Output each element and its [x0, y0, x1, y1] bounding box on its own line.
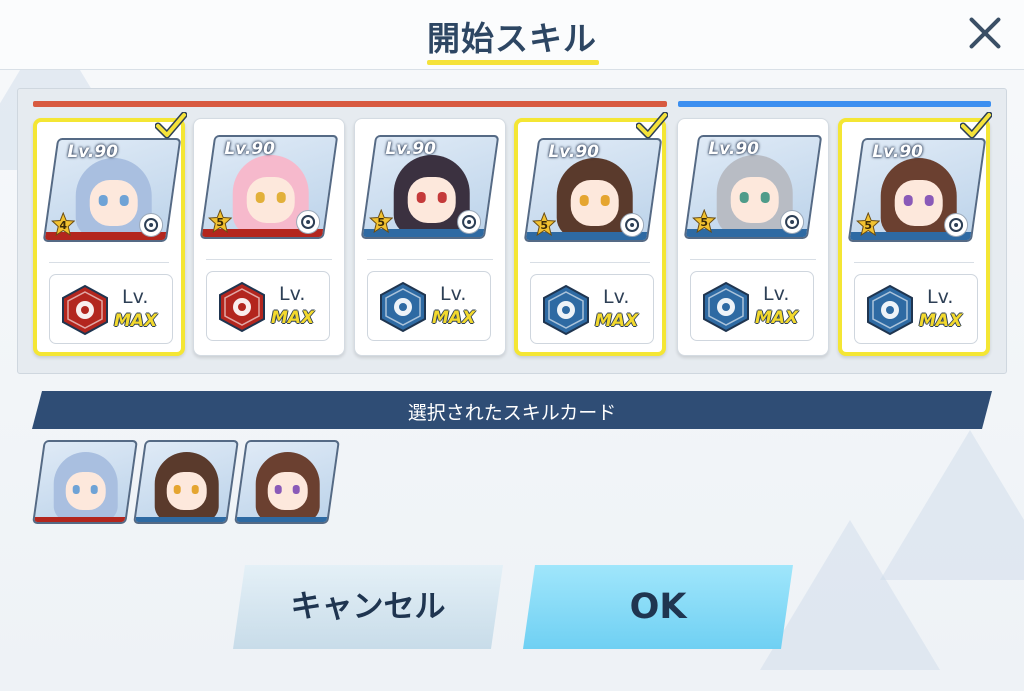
selected-cards-label: 選択されたスキルカード: [407, 402, 617, 424]
star-rank-icon: 5: [208, 208, 233, 234]
skill-card[interactable]: Lv.90 5 Lv. MAX: [354, 118, 506, 356]
level-badge: Lv.90: [708, 139, 759, 159]
skill-info: Lv. MAX: [690, 271, 814, 341]
support-icon: [296, 210, 321, 234]
level-badge: Lv.90: [224, 139, 275, 159]
flower-icon: [378, 281, 428, 333]
svg-text:5: 5: [216, 216, 224, 229]
checkmark-icon: [635, 111, 669, 140]
level-badge: Lv.90: [872, 142, 923, 162]
character-portrait: Lv.90 5: [199, 135, 339, 239]
card-divider: [49, 262, 169, 263]
skill-max-label: MAX: [595, 311, 639, 331]
star-rank-icon: 5: [532, 211, 557, 237]
skill-max-label: MAX: [755, 308, 799, 328]
dialog-title: 開始スキル: [427, 19, 597, 58]
skill-max-label: MAX: [271, 308, 315, 328]
skill-card[interactable]: Lv.90 5 Lv. MAX: [514, 118, 666, 356]
level-badge: Lv.90: [67, 142, 118, 162]
skill-level-label: Lv.: [763, 283, 790, 305]
star-rank-icon: 5: [856, 211, 881, 237]
card-divider: [530, 262, 650, 263]
skill-card[interactable]: Lv.90 5 Lv. MAX: [838, 118, 990, 356]
selected-skill-card[interactable]: [32, 440, 138, 524]
skill-max-label: MAX: [432, 308, 476, 328]
checkmark-icon: [154, 111, 188, 140]
card-divider: [690, 259, 816, 260]
svg-text:5: 5: [377, 216, 385, 229]
skill-info: Lv. MAX: [49, 274, 173, 344]
target-icon: [780, 210, 805, 234]
card-divider: [854, 262, 974, 263]
star-rank-icon: 5: [369, 208, 394, 234]
character-portrait: Lv.90 4: [42, 138, 182, 242]
character-portrait: Lv.90 5: [847, 138, 987, 242]
svg-text:5: 5: [540, 219, 548, 232]
card-divider: [206, 259, 332, 260]
selected-skill-card[interactable]: [234, 440, 340, 524]
cancel-button[interactable]: キャンセル: [233, 565, 503, 649]
support-icon: [944, 213, 969, 237]
skill-card[interactable]: Lv.90 5 Lv. MAX: [193, 118, 345, 356]
gun-up-icon: [60, 284, 110, 336]
background-decoration: [880, 430, 1024, 580]
skill-max-label: MAX: [114, 311, 158, 331]
team-bar-red: [33, 101, 667, 107]
svg-text:4: 4: [59, 219, 67, 232]
level-badge: Lv.90: [385, 139, 436, 159]
target-icon: [620, 213, 645, 237]
character-portrait: Lv.90 5: [523, 138, 663, 242]
selected-cards-banner: 選択されたスキルカード: [32, 391, 992, 429]
skill-level-label: Lv.: [927, 286, 954, 308]
card-divider: [367, 259, 493, 260]
skill-level-label: Lv.: [122, 286, 149, 308]
target-icon: [457, 210, 482, 234]
crosshair-icon: [541, 284, 591, 336]
star-rank-icon: 5: [692, 208, 717, 234]
svg-text:5: 5: [864, 219, 872, 232]
dialog-header: 開始スキル: [0, 0, 1024, 70]
skill-card[interactable]: Lv.90 4 Lv. MAX: [33, 118, 185, 356]
character-portrait: Lv.90 5: [360, 135, 500, 239]
skill-info: Lv. MAX: [854, 274, 978, 344]
title-underline: [427, 60, 599, 65]
chest-icon: [865, 284, 915, 336]
explosion-icon: [217, 281, 267, 333]
checkmark-icon: [959, 111, 993, 140]
team-bar-blue: [678, 101, 991, 107]
skill-level-label: Lv.: [603, 286, 630, 308]
close-icon[interactable]: [966, 14, 1004, 52]
skill-info: Lv. MAX: [367, 271, 491, 341]
skill-card[interactable]: Lv.90 5 Lv. MAX: [677, 118, 829, 356]
skill-max-label: MAX: [919, 311, 963, 331]
skill-level-label: Lv.: [279, 283, 306, 305]
start-skill-dialog: 開始スキル Lv.90 4 Lv. MAX Lv.90 5 Lv. MAX Lv.90 5 Lv. M…: [0, 0, 1024, 691]
skill-info: Lv. MAX: [206, 271, 330, 341]
character-portrait: Lv.90 5: [683, 135, 823, 239]
person-down-icon: [701, 281, 751, 333]
star-rank-icon: 4: [51, 211, 76, 237]
skill-info: Lv. MAX: [530, 274, 654, 344]
selected-skill-card[interactable]: [133, 440, 239, 524]
skill-level-label: Lv.: [440, 283, 467, 305]
ok-button[interactable]: OK: [523, 565, 793, 649]
svg-text:5: 5: [700, 216, 708, 229]
level-badge: Lv.90: [548, 142, 599, 162]
support-icon: [139, 213, 164, 237]
